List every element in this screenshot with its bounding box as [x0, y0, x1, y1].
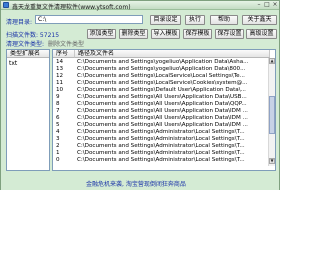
dir-settings-button[interactable]: 目录设定 — [150, 15, 181, 25]
row-index: 3 — [56, 136, 60, 142]
table-row[interactable]: 1 C:\Documents and Settings\Administrator… — [53, 150, 267, 157]
table-row[interactable]: 13 C:\Documents and Settings\yogeliuo\App… — [53, 66, 267, 73]
row-index: 10 — [56, 87, 64, 93]
table-row[interactable]: 14 C:\Documents and Settings\yogeliuo\App… — [53, 59, 267, 66]
row-index: 14 — [56, 59, 64, 65]
filter-hint: 删除文件类型 — [48, 41, 85, 48]
row-index: 6 — [56, 115, 60, 121]
directory-input[interactable]: C:\ — [35, 15, 143, 24]
row-path: C:\Documents and Settings\LocalService\C… — [77, 80, 248, 86]
table-row[interactable]: 2 C:\Documents and Settings\Administrator… — [53, 143, 267, 150]
table-row[interactable]: 8 C:\Documents and Settings\All Users\App… — [53, 101, 267, 108]
filter-label: 清理文件类型: — [6, 41, 45, 48]
scroll-up-icon[interactable]: ▲ — [269, 58, 275, 64]
row-path: C:\Documents and Settings\Default User\A… — [77, 87, 246, 93]
run-button[interactable]: 执行 — [185, 15, 205, 25]
extension-item-txt[interactable]: txt — [9, 60, 17, 67]
row-index: 9 — [56, 94, 60, 100]
row-path: C:\Documents and Settings\Administrator\… — [77, 157, 245, 163]
scroll-thumb[interactable] — [269, 96, 275, 134]
file-count-label: 扫描文件数: 57215 — [6, 32, 60, 39]
extension-list[interactable]: 类型扩展名 txt — [6, 49, 50, 171]
about-button[interactable]: 关于鑫天 — [242, 15, 277, 25]
maximize-icon[interactable]: □ — [264, 2, 270, 8]
row-index: 4 — [56, 129, 60, 135]
file-list[interactable]: 序号 路径及文件名 14 C:\Documents and Settings\yo… — [52, 49, 276, 171]
window-title: 鑫天龙重复文件清理软件(www.ytsoft.com) — [12, 4, 131, 11]
row-path: C:\Documents and Settings\Administrator\… — [77, 143, 245, 149]
row-path: C:\Documents and Settings\All Users\Appl… — [77, 115, 248, 121]
table-row[interactable]: 3 C:\Documents and Settings\Administrator… — [53, 136, 267, 143]
scroll-down-icon[interactable]: ▼ — [269, 158, 275, 164]
title-bar[interactable]: 鑫天龙重复文件清理软件(www.ytsoft.com) – □ × — [1, 1, 279, 11]
row-path: C:\Documents and Settings\Administrator\… — [77, 129, 245, 135]
table-row[interactable]: 11 C:\Documents and Settings\LocalService… — [53, 80, 267, 87]
table-row[interactable]: 0 C:\Documents and Settings\Administrator… — [53, 157, 267, 164]
app-icon — [3, 2, 9, 8]
row-path: C:\Documents and Settings\All Users\Appl… — [77, 122, 248, 128]
row-index: 7 — [56, 108, 60, 114]
save-template-button[interactable]: 保存模板 — [183, 29, 212, 39]
table-row[interactable]: 4 C:\Documents and Settings\Administrator… — [53, 129, 267, 136]
row-path: C:\Documents and Settings\LocalService\L… — [77, 73, 245, 79]
advanced-settings-button[interactable]: 高级设置 — [246, 29, 277, 39]
row-path: C:\Documents and Settings\yogeliuo\Appli… — [77, 59, 249, 65]
vertical-scrollbar[interactable]: ▲ ▼ — [268, 58, 275, 166]
import-template-button[interactable]: 导入模板 — [151, 29, 180, 39]
row-path: C:\Documents and Settings\All Users\Appl… — [77, 108, 248, 114]
table-row[interactable]: 12 C:\Documents and Settings\LocalService… — [53, 73, 267, 80]
table-row[interactable]: 5 C:\Documents and Settings\All Users\App… — [53, 122, 267, 129]
row-index: 11 — [56, 80, 64, 86]
add-type-button[interactable]: 添加类型 — [87, 29, 116, 39]
delete-type-button[interactable]: 删除类型 — [119, 29, 148, 39]
row-index: 0 — [56, 157, 60, 163]
close-icon[interactable]: × — [272, 2, 278, 8]
row-index: 8 — [56, 101, 60, 107]
table-row[interactable]: 9 C:\Documents and Settings\All Users\App… — [53, 94, 267, 101]
column-header-index[interactable]: 序号 — [53, 50, 75, 58]
row-path: C:\Documents and Settings\All Users\Appl… — [77, 94, 247, 100]
dir-label: 清理目录: — [6, 19, 33, 26]
help-button[interactable]: 帮助 — [210, 15, 238, 25]
table-row[interactable]: 6 C:\Documents and Settings\All Users\App… — [53, 115, 267, 122]
table-row[interactable]: 10 C:\Documents and Settings\Default User… — [53, 87, 267, 94]
save-settings-button[interactable]: 保存设置 — [215, 29, 244, 39]
blank-area — [0, 190, 280, 270]
row-index: 1 — [56, 150, 60, 156]
minimize-icon[interactable]: – — [256, 2, 262, 8]
row-index: 12 — [56, 73, 64, 79]
row-index: 13 — [56, 66, 64, 72]
table-row[interactable]: 7 C:\Documents and Settings\All Users\App… — [53, 108, 267, 115]
row-path: C:\Documents and Settings\Administrator\… — [77, 136, 245, 142]
extension-list-header[interactable]: 类型扩展名 — [7, 50, 49, 58]
footer-ad-link[interactable]: 金融危机来袭, 淘宝营现倒闭狂奔商品 — [86, 179, 186, 188]
row-index: 2 — [56, 143, 60, 149]
row-path: C:\Documents and Settings\Administrator\… — [77, 150, 245, 156]
row-path: C:\Documents and Settings\All Users\Appl… — [77, 101, 247, 107]
row-index: 5 — [56, 122, 60, 128]
column-header-path[interactable]: 路径及文件名 — [75, 50, 270, 58]
row-path: C:\Documents and Settings\yogeliuo\Appli… — [77, 66, 246, 72]
